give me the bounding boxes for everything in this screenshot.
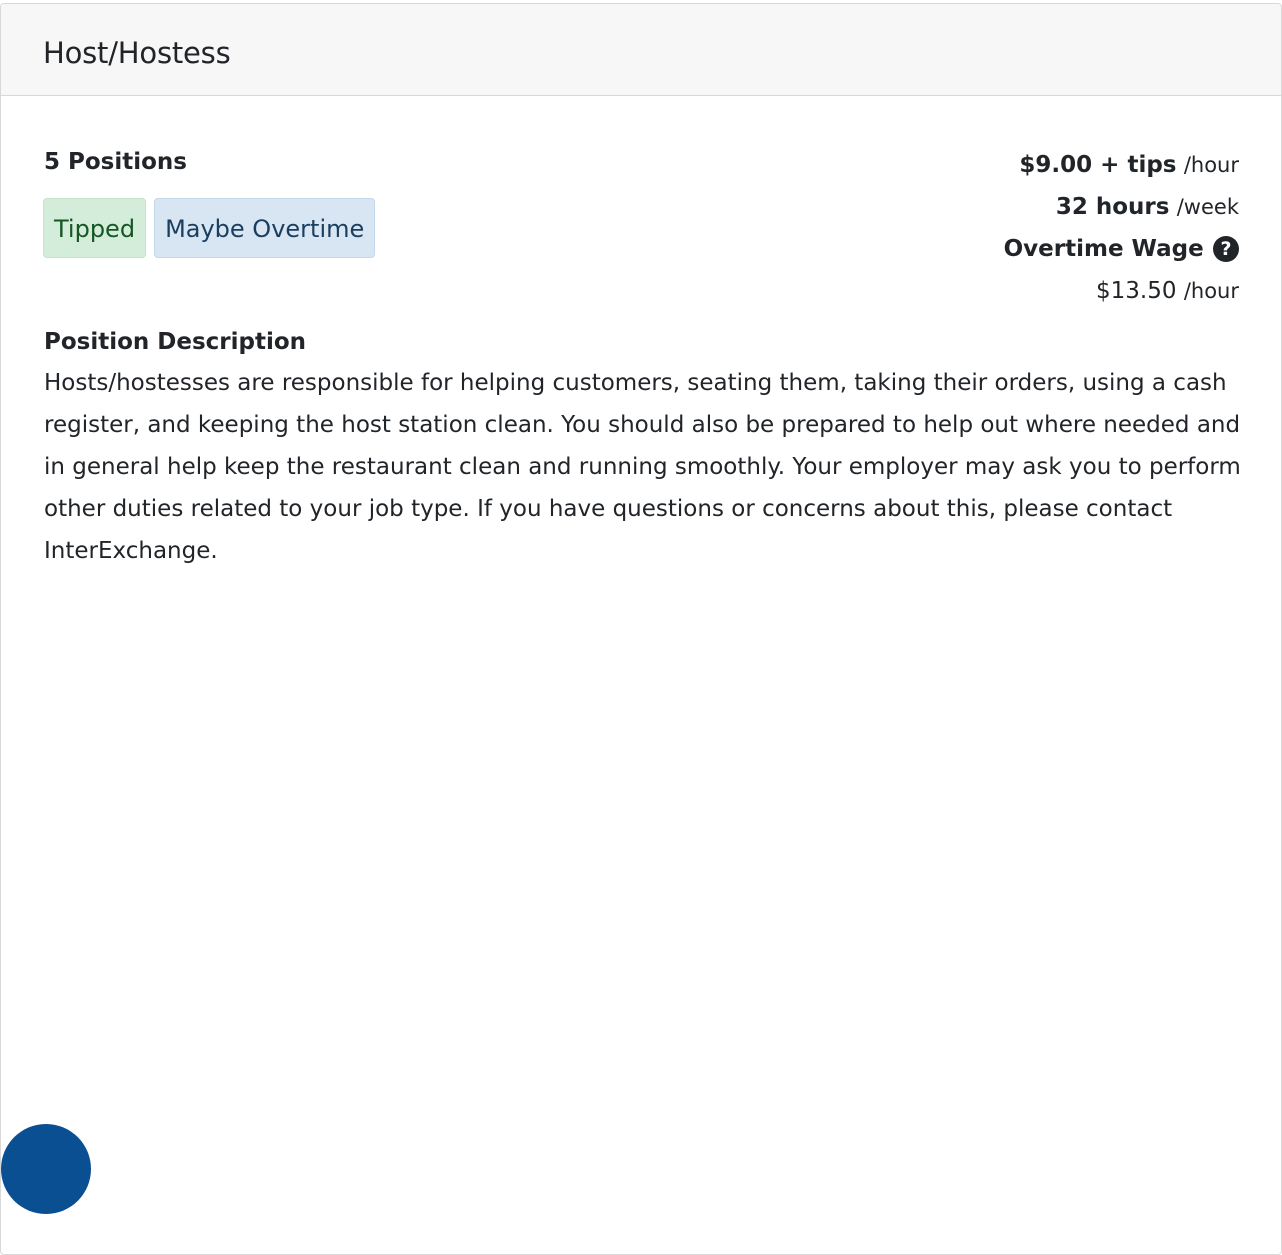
maybe-overtime-badge: Maybe Overtime: [154, 198, 376, 258]
overtime-wage-row: $13.50 /hour: [1004, 270, 1239, 312]
job-card: Host/Hostess 5 Positions Tipped Maybe Ov…: [0, 3, 1282, 1255]
weekly-hours-amount: 32 hours: [1055, 194, 1170, 220]
question-circle-icon[interactable]: ?: [1213, 236, 1239, 262]
chat-launcher-button[interactable]: [1, 1124, 91, 1214]
overtime-wage-unit: /hour: [1183, 279, 1239, 303]
overtime-label-row: Overtime Wage ?: [1004, 228, 1239, 270]
hourly-wage-unit: /hour: [1183, 153, 1239, 177]
wage-summary: $9.00 + tips /hour 32 hours /week Overti…: [1004, 144, 1239, 312]
job-title: Host/Hostess: [43, 36, 231, 70]
position-description-text: Hosts/hostesses are responsible for help…: [44, 370, 1241, 564]
overtime-wage-label: Overtime Wage: [1003, 236, 1204, 262]
badge-group: Tipped Maybe Overtime: [43, 198, 376, 258]
tipped-badge: Tipped: [43, 198, 147, 258]
hourly-wage-row: $9.00 + tips /hour: [1004, 144, 1239, 186]
weekly-hours-row: 32 hours /week: [1004, 186, 1239, 228]
card-header: Host/Hostess: [1, 4, 1281, 96]
position-description-heading: Position Description: [44, 329, 307, 355]
hourly-wage-amount: $9.00 + tips: [1019, 152, 1177, 178]
overtime-wage-amount: $13.50: [1096, 278, 1177, 304]
weekly-hours-unit: /week: [1176, 195, 1239, 219]
positions-count: 5 Positions: [44, 149, 187, 175]
